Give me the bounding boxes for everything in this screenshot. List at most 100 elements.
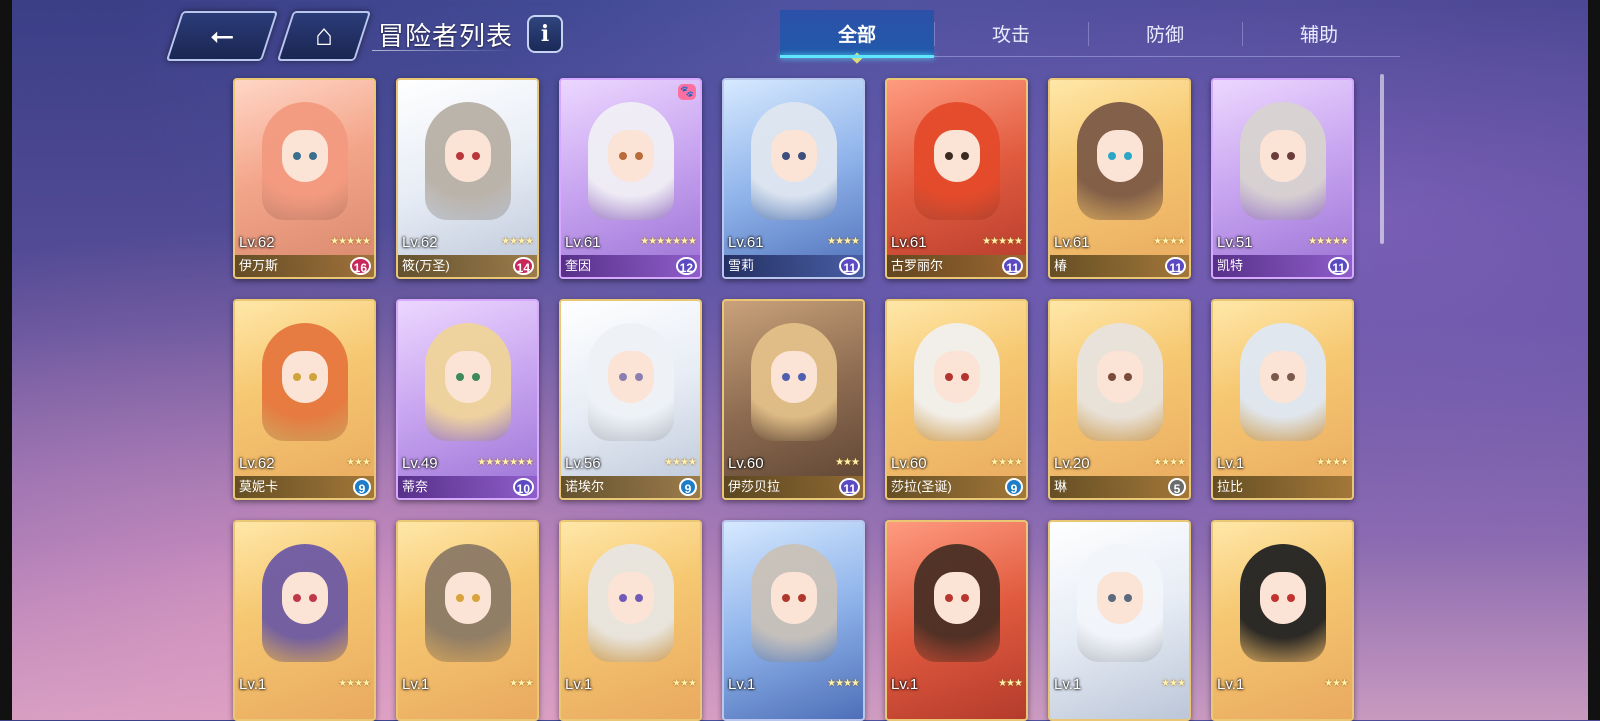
face-shape [1096, 572, 1143, 624]
eye-icon [634, 152, 643, 160]
eye-icon [634, 373, 643, 381]
tab-label: 全部 [837, 24, 876, 46]
level-label: Lv.1 [891, 676, 919, 693]
eye-icon [308, 373, 317, 381]
face-shape [1259, 130, 1306, 182]
eye-icon [471, 594, 480, 602]
adventurer-card[interactable]: Lv.61 ★★★★ 雪莉 11 [722, 78, 865, 279]
eye-icon [944, 152, 953, 160]
star-rating: ★★★★ [338, 678, 371, 689]
face-shape [281, 351, 328, 403]
tab-all[interactable]: 全部 [780, 10, 934, 64]
adventurer-card[interactable]: Lv.1 ★★★★ [233, 520, 376, 721]
back-button[interactable]: ⭠ [165, 11, 279, 61]
eye-icon [1270, 373, 1279, 381]
awakening-badge: 14 [512, 257, 534, 275]
character-portrait [424, 102, 511, 222]
adventurer-card[interactable]: Lv.60 ★★★★ 莎拉(圣诞) 9 [885, 299, 1028, 500]
eye-icon [944, 373, 953, 381]
adventurer-card[interactable]: Lv.49 ★★★★★★★ 蒂奈 10 [396, 299, 539, 500]
character-portrait [424, 544, 511, 664]
eye-icon [455, 152, 464, 160]
scrollbar[interactable] [1380, 74, 1384, 244]
eye-icon [292, 594, 301, 602]
awakening-badge: 11 [1328, 257, 1349, 275]
awakening-badge: 5 [1168, 478, 1186, 496]
character-name: 拉比 [1213, 476, 1352, 498]
adventurer-card[interactable]: Lv.1 ★★★★ 拉比 [1211, 299, 1354, 500]
character-portrait [587, 102, 674, 222]
home-button[interactable]: ⌂ [276, 11, 372, 61]
tab-label: 辅助 [1299, 24, 1338, 46]
adventurer-card[interactable]: Lv.62 ★★★★★ 伊万斯 16 [233, 78, 376, 279]
level-label: Lv.61 [1054, 234, 1090, 251]
face-shape [444, 572, 491, 624]
eye-icon [944, 594, 953, 602]
awakening-badge: 12 [675, 257, 697, 275]
adventurer-card[interactable]: Lv.61 ★★★★★★★ 奎因 12 🐾 [559, 78, 702, 279]
star-rating: ★★★★★★★ [640, 236, 697, 247]
home-icon: ⌂ [314, 19, 334, 52]
face-shape [281, 572, 328, 624]
adventurer-card[interactable]: Lv.1 ★★★★ [722, 520, 865, 721]
level-label: Lv.1 [565, 676, 593, 693]
face-shape [1096, 130, 1143, 182]
face-shape [770, 130, 817, 182]
level-label: Lv.1 [402, 676, 430, 693]
adventurer-grid: Lv.62 ★★★★★ 伊万斯 16 Lv.62 ★★★★ 筱(万圣) 14 L… [233, 78, 1354, 721]
level-label: Lv.62 [402, 234, 438, 251]
eye-icon [618, 152, 627, 160]
level-label: Lv.51 [1217, 234, 1253, 251]
eye-icon [960, 373, 969, 381]
info-button[interactable]: i [527, 15, 563, 53]
tab-defense[interactable]: 防御 [1088, 10, 1242, 56]
adventurer-card[interactable]: Lv.1 ★★★ [559, 520, 702, 721]
adventurer-card[interactable]: Lv.51 ★★★★★ 凯特 11 [1211, 78, 1354, 279]
adventurer-card[interactable]: Lv.20 ★★★★ 琳 5 [1048, 299, 1191, 500]
face-shape [281, 130, 328, 182]
tab-label: 防御 [1145, 24, 1184, 46]
adventurer-card[interactable]: Lv.60 ★★★ 伊莎贝拉 11 [722, 299, 865, 500]
screen-frame-right [1588, 0, 1600, 720]
page-title: 冒险者列表 [378, 21, 514, 51]
star-rating: ★★★ [1161, 678, 1186, 689]
eye-icon [1123, 152, 1132, 160]
adventurer-card[interactable]: Lv.1 ★★★ [396, 520, 539, 721]
adventurer-card[interactable]: Lv.61 ★★★★ 椿 11 [1048, 78, 1191, 279]
adventurer-card[interactable]: Lv.62 ★★★ 莫妮卡 9 [233, 299, 376, 500]
eye-icon [781, 594, 790, 602]
face-shape [933, 351, 980, 403]
level-label: Lv.1 [1217, 676, 1245, 693]
eye-icon [455, 594, 464, 602]
face-shape [1259, 572, 1306, 624]
character-portrait [913, 102, 1000, 222]
level-label: Lv.61 [891, 234, 927, 251]
tab-support[interactable]: 辅助 [1242, 10, 1396, 56]
character-portrait [750, 544, 837, 664]
eye-icon [618, 373, 627, 381]
adventurer-card[interactable]: Lv.61 ★★★★★ 古罗丽尔 11 [885, 78, 1028, 279]
level-label: Lv.1 [239, 676, 267, 693]
character-portrait [1239, 323, 1326, 443]
character-portrait [750, 102, 837, 222]
adventurer-card[interactable]: Lv.1 ★★★ [1211, 520, 1354, 721]
back-arrow-icon: ⭠ [210, 19, 234, 52]
adventurer-card[interactable]: Lv.1 ★★★ [1048, 520, 1191, 721]
adventurer-card[interactable]: Lv.56 ★★★★ 诺埃尔 9 [559, 299, 702, 500]
character-portrait [261, 323, 348, 443]
face-shape [607, 351, 654, 403]
star-rating: ★★★★★★★ [477, 457, 534, 468]
level-label: Lv.62 [239, 455, 275, 472]
awakening-badge: 10 [512, 478, 534, 496]
adventurer-card[interactable]: Lv.62 ★★★★ 筱(万圣) 14 [396, 78, 539, 279]
tab-attack[interactable]: 攻击 [934, 10, 1088, 56]
star-rating: ★★★ [1324, 678, 1349, 689]
adventurer-card[interactable]: Lv.1 ★★★ [885, 520, 1028, 721]
title-underline [372, 50, 514, 51]
face-shape [444, 130, 491, 182]
star-rating: ★★★★★ [982, 236, 1023, 247]
level-label: Lv.61 [728, 234, 764, 251]
star-rating: ★★★ [672, 678, 697, 689]
face-shape [933, 572, 980, 624]
eye-icon [960, 152, 969, 160]
